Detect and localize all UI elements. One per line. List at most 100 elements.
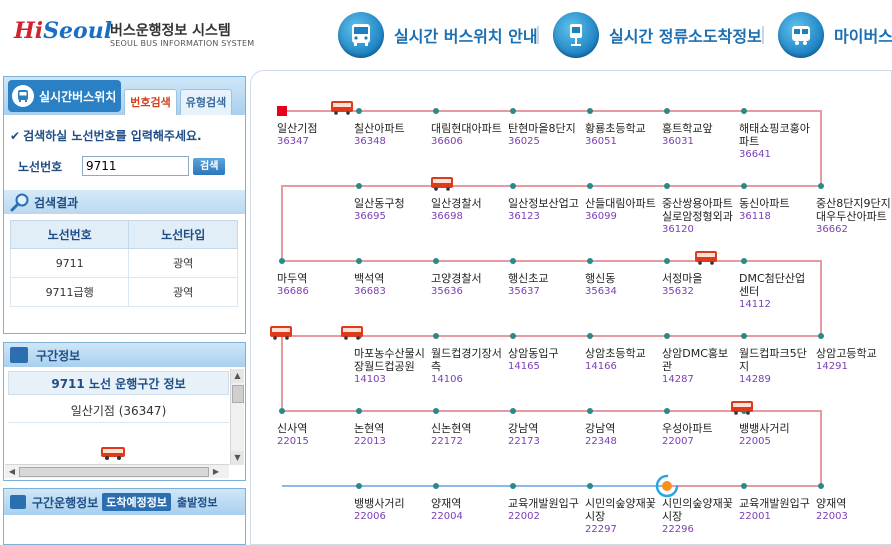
scroll-left-icon[interactable]: ◀ (5, 467, 19, 476)
stop-name: DMC첨단산업센터 (739, 272, 806, 298)
route-stop[interactable]: DMC첨단산업센터 14112 (739, 272, 815, 311)
stop-id: 35637 (508, 286, 540, 297)
my-bus-icon (778, 12, 824, 58)
route-stop[interactable]: 우성아파트 22007 (662, 422, 738, 448)
stop-id: 36025 (508, 136, 540, 147)
route-stop[interactable]: 중산8단지9단지대우두산아파트 36662 (816, 197, 891, 236)
route-stop[interactable]: 고양경찰서 35636 (431, 272, 507, 298)
table-row[interactable]: 9711급행 광역 (9, 277, 238, 307)
route-stop[interactable]: 교육개발원입구 22001 (739, 497, 815, 523)
route-stop[interactable]: 뱅뱅사거리 22006 (354, 497, 430, 523)
stop-name: 일산정보산업고 (508, 197, 579, 210)
search-results-title: 검색결과 (34, 195, 79, 210)
tab-departure-info[interactable]: 출발정보 (177, 494, 217, 510)
horizontal-scrollbar[interactable]: ◀ ▶ (5, 464, 229, 478)
route-stop[interactable]: 서정마을 35632 (662, 272, 738, 298)
scroll-up-icon[interactable]: ▲ (231, 369, 244, 383)
nav-my-bus[interactable]: 마이버스 (778, 10, 892, 60)
scroll-right-icon[interactable]: ▶ (209, 467, 223, 476)
route-stop[interactable]: 일산동구청 36695 (354, 197, 430, 223)
stop-id: 36662 (816, 224, 848, 235)
bus-icon[interactable] (341, 326, 363, 340)
nav-realtime-stop-arrival[interactable]: 실시간 정류소도착정보 (553, 10, 762, 60)
stop-name: 중산8단지9단지대우두산아파트 (816, 197, 891, 223)
route-stop[interactable]: 뱅뱅사거리 22005 (739, 422, 815, 448)
stop-id: 22005 (739, 436, 771, 447)
stop-id: 35636 (431, 286, 463, 297)
route-stop[interactable]: 월드컵파크5단지 14289 (739, 347, 815, 386)
route-number-cell[interactable]: 9711급행 (9, 277, 130, 307)
tab-realtime-bus-location[interactable]: 실시간버스위치 (8, 80, 122, 112)
route-stop[interactable]: 시민의숲양재꽃시장 22296 (662, 497, 738, 536)
route-number-cell[interactable]: 9711 (9, 248, 130, 278)
route-stop[interactable]: 일산기점 36347 (277, 122, 353, 148)
stop-id: 14103 (354, 374, 386, 385)
stop-dot (741, 258, 747, 264)
section-start-stop[interactable]: 일산기점 (36347) (8, 399, 229, 423)
stop-dot (356, 483, 362, 489)
segment-run-title: 구간운행정보 (32, 495, 99, 510)
bus-icon[interactable] (431, 177, 453, 191)
route-stop[interactable]: 행신초교 35637 (508, 272, 584, 298)
route-stop[interactable]: 양재역 22003 (816, 497, 891, 523)
tab-number-search[interactable]: 번호검색 (124, 89, 177, 115)
route-stop[interactable]: 탄현마을8단지 36025 (508, 122, 584, 148)
stop-dot (741, 108, 747, 114)
stop-dot (587, 333, 593, 339)
stop-id: 36683 (354, 286, 386, 297)
route-stop[interactable]: 중산쌍용아파트실로암정형외과 36120 (662, 197, 738, 236)
route-stop[interactable]: 신사역 22015 (277, 422, 353, 448)
stop-dot (279, 258, 285, 264)
route-stop[interactable]: 홍트학교앞 36031 (662, 122, 738, 148)
route-stop[interactable]: 행신동 35634 (585, 272, 661, 298)
route-number-input[interactable] (82, 156, 189, 176)
route-stop[interactable]: 대림현대아파트 36606 (431, 122, 507, 148)
route-stop[interactable]: 신논현역 22172 (431, 422, 507, 448)
bus-icon[interactable] (695, 251, 717, 265)
route-stop[interactable]: 일산경찰서 36698 (431, 197, 507, 223)
scroll-thumb[interactable] (19, 466, 209, 477)
route-stop[interactable]: 상암동입구 14165 (508, 347, 584, 373)
stop-name: 행신동 (585, 272, 616, 285)
route-stop[interactable]: 일산정보산업고 36123 (508, 197, 584, 223)
stop-id: 22003 (816, 511, 848, 522)
route-stop[interactable]: 시민의숲양재꽃시장 22297 (585, 497, 661, 536)
nav-realtime-bus-location[interactable]: 실시간 버스위치 안내 (338, 10, 538, 60)
stop-id: 14106 (431, 374, 463, 385)
search-button[interactable]: 검색 (193, 157, 226, 175)
route-stop[interactable]: 칠산아파트 36348 (354, 122, 430, 148)
tab-type-search[interactable]: 유형검색 (179, 89, 233, 115)
route-stop[interactable]: 상암고등학교 14291 (816, 347, 891, 373)
instruction-text: 검색하실 노선번호를 입력해주세요. (23, 129, 202, 143)
table-row[interactable]: 9711 광역 (9, 248, 238, 278)
vertical-scrollbar[interactable]: ▲ ▼ (230, 369, 244, 465)
route-stop[interactable]: 월드컵경기장서측 14106 (431, 347, 507, 386)
stop-name: 뱅뱅사거리 (739, 422, 790, 435)
route-stop[interactable]: 강남역 22348 (585, 422, 661, 448)
route-stop[interactable]: 상암초등학교 14166 (585, 347, 661, 373)
route-stop[interactable]: 강남역 22173 (508, 422, 584, 448)
route-stop[interactable]: 마포농수산물시장월드컵공원 14103 (354, 347, 430, 386)
route-stop[interactable]: 마두역 36686 (277, 272, 353, 298)
route-stop[interactable]: 논현역 22013 (354, 422, 430, 448)
tab-arrival-info[interactable]: 도착예정정보 (102, 493, 171, 511)
route-stop[interactable]: 백석역 36683 (354, 272, 430, 298)
scroll-down-icon[interactable]: ▼ (231, 451, 244, 465)
stop-dot (818, 483, 824, 489)
stop-dot (664, 408, 670, 414)
stop-name: 월드컵파크5단지 (739, 347, 807, 373)
route-stop[interactable]: 동신아파트 36118 (739, 197, 815, 223)
stop-id: 22296 (662, 524, 694, 535)
route-stop[interactable]: 상암DMC홍보관 14287 (662, 347, 738, 386)
route-stop[interactable]: 양재역 22004 (431, 497, 507, 523)
stop-name: 교육개발원입구 (739, 497, 810, 510)
route-stop[interactable]: 산들대림아파트 36099 (585, 197, 661, 223)
route-stop[interactable]: 해태쇼핑코홍아파트 36641 (739, 122, 815, 161)
stop-id: 36099 (585, 211, 617, 222)
route-number-row: 노선번호 검색 (4, 156, 245, 176)
route-stop[interactable]: 교육개발원입구 22002 (508, 497, 584, 523)
route-stop[interactable]: 황룡초등학교 36051 (585, 122, 661, 148)
hi-seoul-logo[interactable]: HiSeoul (14, 18, 112, 44)
bus-icon[interactable] (331, 101, 353, 115)
scroll-thumb[interactable] (232, 385, 244, 403)
